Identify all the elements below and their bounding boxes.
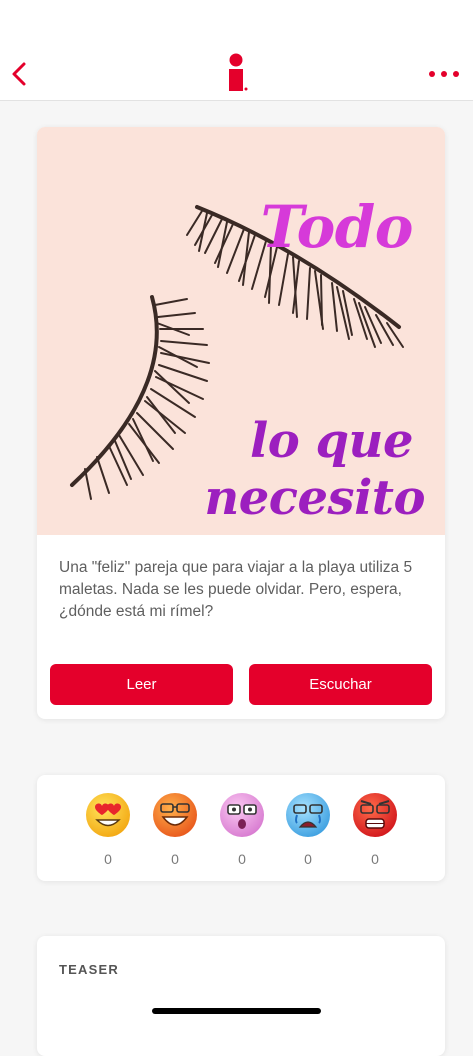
cover-title-line-3: necesito [204, 470, 425, 526]
reaction-count: 0 [371, 851, 379, 867]
story-summary: Una "feliz" pareja que para viajar a la … [59, 559, 413, 620]
dot [429, 71, 435, 77]
cover-title-line-1: Todo [260, 193, 414, 261]
reaction-count: 0 [171, 851, 179, 867]
read-button[interactable]: Leer [50, 664, 233, 705]
reaction-count: 0 [304, 851, 312, 867]
story-cover-image: Todo lo que necesito [37, 127, 445, 535]
more-options-button[interactable] [429, 66, 459, 82]
dot [441, 71, 447, 77]
reaction-wow[interactable]: 0 [217, 791, 267, 871]
chevron-left-icon [12, 62, 26, 86]
reaction-count: 0 [238, 851, 246, 867]
listen-button[interactable]: Escuchar [249, 664, 432, 705]
cover-title-line-2: lo que [250, 413, 413, 469]
reaction-love[interactable]: 0 [83, 791, 133, 871]
reaction-laugh[interactable]: 0 [150, 791, 200, 871]
reaction-count: 0 [104, 851, 112, 867]
story-card: Todo lo que necesito Una "feliz" pareja … [37, 127, 445, 719]
app-logo-icon [229, 53, 248, 91]
reaction-angry[interactable]: 0 [350, 791, 400, 871]
home-indicator[interactable] [152, 1008, 321, 1014]
reactions-card: 0 0 0 0 0 [37, 775, 445, 881]
reaction-sad[interactable]: 0 [283, 791, 333, 871]
teaser-heading: TEASER [59, 962, 119, 977]
heart-eyes-emoji-icon [86, 793, 130, 837]
top-bar [0, 0, 473, 101]
back-button[interactable] [8, 58, 30, 90]
angry-emoji-icon [353, 793, 397, 837]
laughing-emoji-icon [153, 793, 197, 837]
surprised-emoji-icon [220, 793, 264, 837]
dot [453, 71, 459, 77]
crying-emoji-icon [286, 793, 330, 837]
teaser-card: TEASER [37, 936, 445, 1056]
